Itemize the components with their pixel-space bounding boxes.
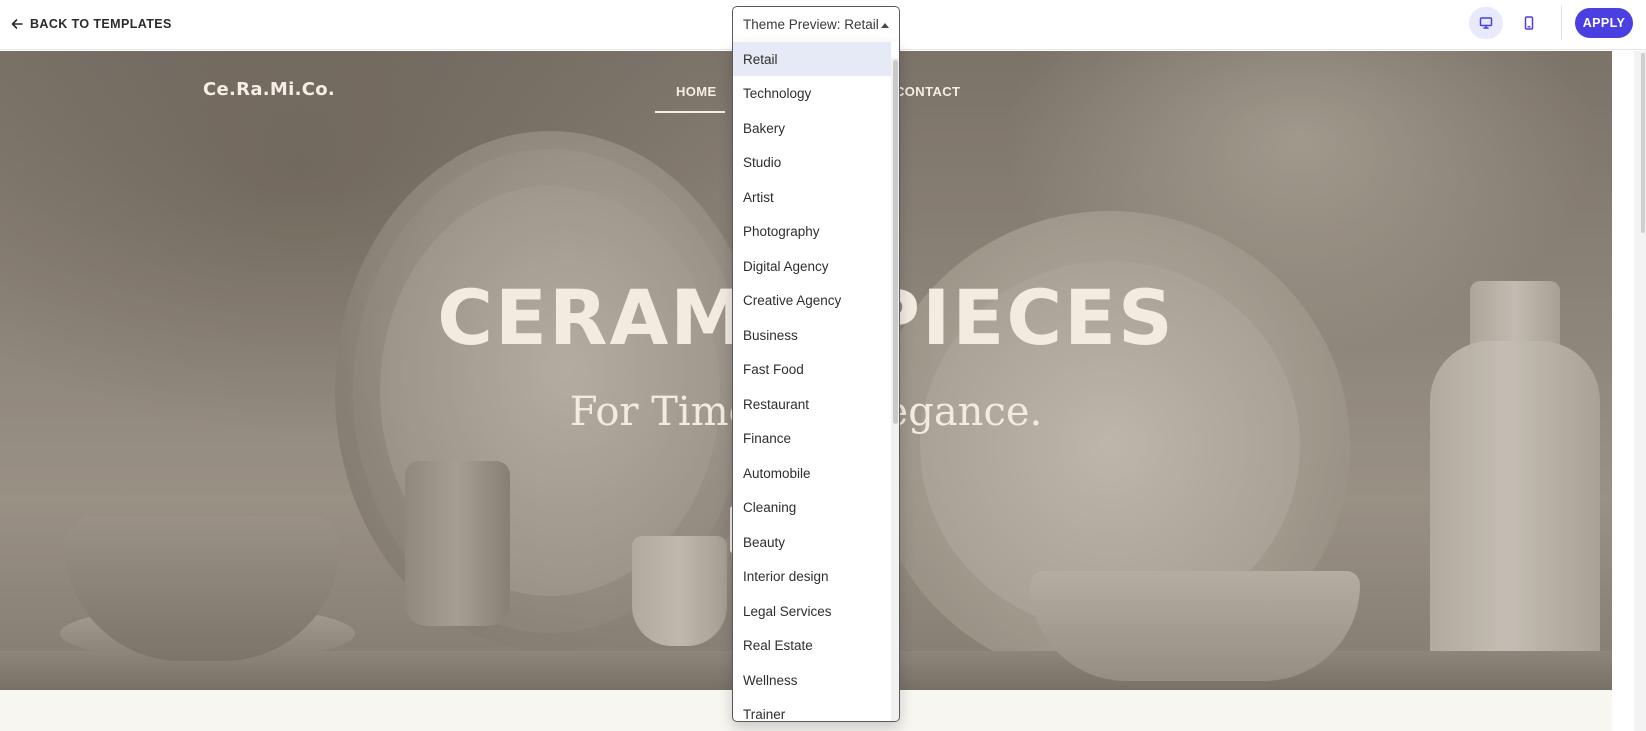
theme-option[interactable]: Interior design bbox=[733, 560, 891, 594]
theme-option[interactable]: Cleaning bbox=[733, 491, 891, 525]
theme-preview-select[interactable]: Theme Preview: Retail bbox=[732, 6, 900, 42]
preview-scrollbar-thumb[interactable] bbox=[1641, 53, 1645, 233]
desktop-monitor-icon bbox=[1479, 17, 1493, 29]
theme-option[interactable]: Finance bbox=[733, 422, 891, 456]
theme-option[interactable]: Digital Agency bbox=[733, 249, 891, 283]
theme-list-scrollbar-thumb[interactable] bbox=[893, 60, 898, 424]
theme-option[interactable]: Trainer bbox=[733, 698, 891, 721]
back-to-templates-label: BACK TO TEMPLATES bbox=[30, 17, 172, 31]
theme-option[interactable]: Real Estate bbox=[733, 629, 891, 663]
theme-option[interactable]: Fast Food bbox=[733, 353, 891, 387]
site-nav-home[interactable]: HOME bbox=[676, 84, 717, 99]
site-nav-contact[interactable]: CONTACT bbox=[895, 84, 960, 99]
theme-options-list[interactable]: Trainer Wellness Real Estate Legal Services… bbox=[732, 42, 900, 722]
theme-option[interactable]: Artist bbox=[733, 180, 891, 214]
caret-up-icon bbox=[881, 23, 889, 28]
theme-option[interactable]: Beauty bbox=[733, 525, 891, 559]
theme-select-value: Theme Preview: Retail bbox=[743, 17, 879, 32]
theme-option[interactable]: Bakery bbox=[733, 111, 891, 145]
theme-option[interactable]: Wellness bbox=[733, 663, 891, 697]
desktop-preview-button[interactable] bbox=[1469, 7, 1503, 39]
apply-button[interactable]: APPLY bbox=[1575, 8, 1633, 38]
theme-option[interactable]: Creative Agency bbox=[733, 284, 891, 318]
mobile-phone-icon bbox=[1524, 16, 1534, 30]
site-logo[interactable]: Ce.Ra.Mi.Co. bbox=[203, 79, 335, 100]
theme-option[interactable]: Legal Services bbox=[733, 594, 891, 628]
theme-option[interactable]: Automobile bbox=[733, 456, 891, 490]
mobile-preview-button[interactable] bbox=[1512, 7, 1546, 39]
theme-option[interactable]: Restaurant bbox=[733, 387, 891, 421]
site-nav-active-underline bbox=[655, 111, 725, 113]
theme-option[interactable]: Business bbox=[733, 318, 891, 352]
theme-option[interactable]: Photography bbox=[733, 215, 891, 249]
toolbar-divider bbox=[1561, 6, 1562, 40]
theme-option[interactable]: Studio bbox=[733, 146, 891, 180]
arrow-left-icon bbox=[11, 19, 23, 29]
theme-option[interactable]: Retail bbox=[733, 42, 891, 76]
back-to-templates-link[interactable]: BACK TO TEMPLATES bbox=[10, 15, 172, 33]
theme-option[interactable]: Technology bbox=[733, 77, 891, 111]
